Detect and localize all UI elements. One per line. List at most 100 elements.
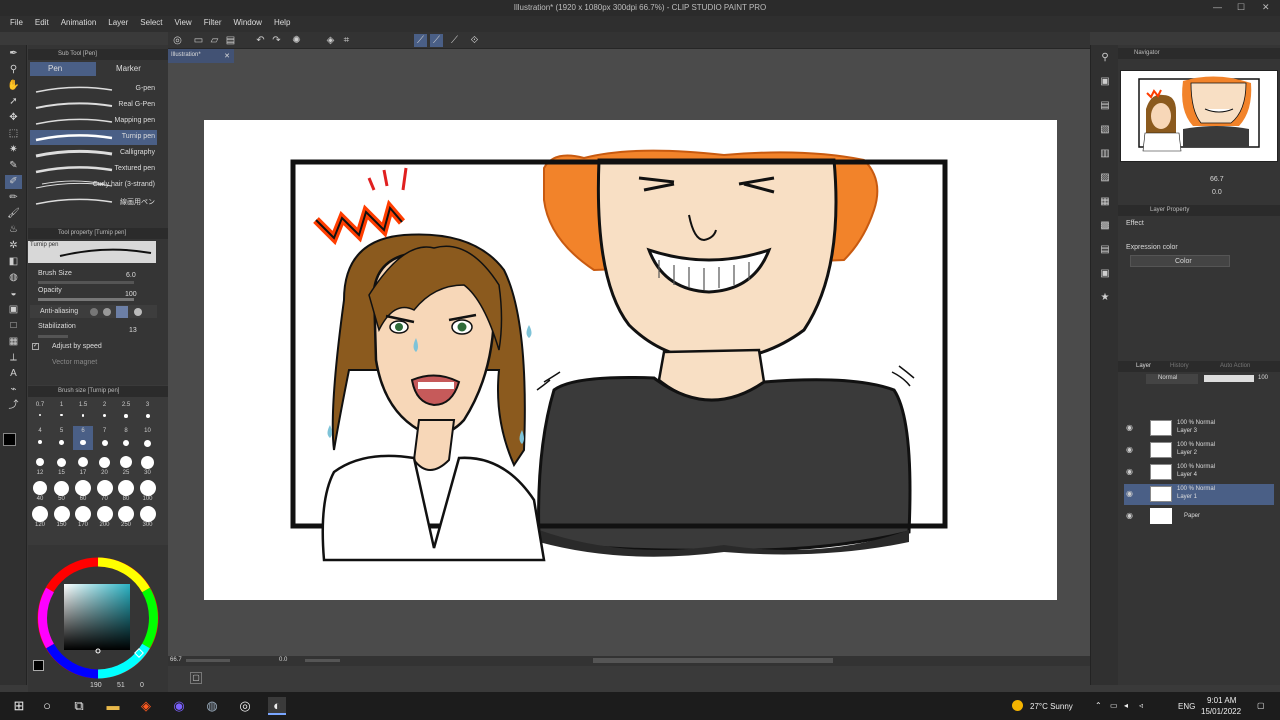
brush-size-cell[interactable]: 3: [138, 400, 158, 424]
layer-search-icon[interactable]: ▨: [1098, 171, 1112, 185]
layer-opacity-value[interactable]: 100: [1258, 375, 1268, 381]
weather-text[interactable]: 27°C Sunny: [1030, 702, 1073, 711]
brush-size-cell[interactable]: 2.5: [116, 400, 136, 424]
color-set-icon[interactable]: ▦: [1098, 195, 1112, 209]
close-tab-icon[interactable]: ✕: [224, 52, 230, 60]
tab-auto-action[interactable]: Auto Action: [1220, 363, 1250, 369]
operation-icon[interactable]: ➚: [5, 95, 22, 109]
brush-size-cell[interactable]: 1: [52, 400, 72, 424]
brush-size-cell[interactable]: 10: [138, 426, 158, 450]
brush-textured-pen[interactable]: Textured pen: [30, 162, 157, 177]
notification-icon[interactable]: ▢: [1257, 701, 1265, 710]
app-icon[interactable]: ◎: [236, 697, 254, 715]
layer-row[interactable]: ◉ 100 % Normal Layer 2: [1124, 440, 1274, 461]
menu-window[interactable]: Window: [228, 16, 268, 32]
move-layer-icon[interactable]: ✥: [5, 111, 22, 125]
open-file-icon[interactable]: ▱: [208, 34, 221, 47]
search-taskbar-icon[interactable]: ○: [38, 697, 56, 715]
zoom-readout[interactable]: 66.7: [170, 657, 182, 663]
angle-readout[interactable]: 0.0: [279, 657, 287, 663]
navigator-preview[interactable]: [1120, 70, 1278, 162]
gradient-icon[interactable]: ▣: [5, 303, 22, 317]
clip-studio-taskbar-icon[interactable]: ◐: [268, 697, 286, 715]
brush-size-cell[interactable]: 120: [30, 504, 50, 528]
expression-color-select[interactable]: Color: [1130, 255, 1230, 267]
brush-calligraphy[interactable]: Calligraphy: [30, 146, 157, 161]
correct-line-icon[interactable]: ⤴: [5, 399, 22, 413]
blend-mode-select[interactable]: Normal: [1146, 374, 1198, 384]
brush-size-cell[interactable]: 6: [73, 426, 93, 450]
color-wheel[interactable]: [35, 555, 161, 681]
eye-icon[interactable]: ◉: [1126, 511, 1133, 520]
brush-size-cell[interactable]: 20: [95, 452, 115, 476]
eyedropper-icon[interactable]: ✎: [5, 159, 22, 173]
brush-size-cell[interactable]: 250: [116, 504, 136, 528]
minimize-icon[interactable]: —: [1213, 2, 1222, 12]
brush-real-g-pen[interactable]: Real G-Pen: [30, 98, 157, 113]
brush-size-cell[interactable]: 50: [52, 478, 72, 502]
new-file-icon[interactable]: ▭: [192, 34, 205, 47]
canvas-area[interactable]: Illustration* ✕: [168, 49, 1090, 656]
aa-medium-button[interactable]: [116, 306, 128, 318]
brush-size-cell[interactable]: 8: [116, 426, 136, 450]
airbrush-icon[interactable]: ♨: [5, 223, 22, 237]
tab-history[interactable]: History: [1170, 363, 1189, 369]
brush-size-cell[interactable]: 5: [52, 426, 72, 450]
brush-size-value[interactable]: 6.0: [126, 272, 136, 279]
stabilization-slider[interactable]: [38, 335, 68, 338]
file-explorer-icon[interactable]: ▬: [104, 697, 122, 715]
hand-icon[interactable]: ✋: [5, 79, 22, 93]
eye-icon[interactable]: ◉: [1126, 467, 1133, 476]
volume-icon[interactable]: ◂: [1124, 701, 1128, 710]
menu-layer[interactable]: Layer: [102, 16, 134, 32]
brush-turnip-pen[interactable]: Turnip pen: [30, 130, 157, 145]
brush-size-cell[interactable]: 150: [52, 504, 72, 528]
brush-size-cell[interactable]: 80: [116, 478, 136, 502]
aa-weak-button[interactable]: [103, 308, 111, 316]
tab-layer[interactable]: Layer: [1136, 363, 1151, 369]
horizontal-scrollbar[interactable]: [593, 658, 833, 663]
maximize-icon[interactable]: ☐: [1237, 2, 1245, 13]
brush-size-cell[interactable]: 30: [138, 452, 158, 476]
zoom-icon[interactable]: ⚲: [5, 63, 22, 77]
brush-line-pen[interactable]: 線画用ペン: [30, 194, 157, 209]
snap-ruler-icon[interactable]: ⟋: [414, 34, 427, 47]
steam-icon[interactable]: ◍: [203, 697, 221, 715]
layer-row[interactable]: ◉ 100 % Normal Layer 4: [1124, 462, 1274, 483]
brush-size-slider[interactable]: [38, 281, 134, 284]
layer-row[interactable]: ◉ 100 % Normal Layer 1: [1124, 484, 1274, 505]
navigator-panel-icon[interactable]: ▣: [1098, 75, 1112, 89]
brush-size-cell[interactable]: 7: [95, 426, 115, 450]
aa-strong-button[interactable]: [134, 308, 142, 316]
tab-pen[interactable]: Pen: [30, 62, 96, 76]
menu-select[interactable]: Select: [134, 16, 168, 32]
close-icon[interactable]: ✕: [1262, 2, 1270, 13]
adjust-speed-checkbox[interactable]: ✓: [32, 343, 39, 350]
canvas-paper[interactable]: [204, 120, 1057, 600]
brush-size-cell[interactable]: 0.7: [30, 400, 50, 424]
menu-file[interactable]: File: [4, 16, 29, 32]
navigator-zoom[interactable]: 66.7: [1210, 176, 1224, 183]
brush-size-cell[interactable]: 17: [73, 452, 93, 476]
eye-icon[interactable]: ◉: [1126, 423, 1133, 432]
speaker-icon[interactable]: ◃: [1139, 701, 1143, 710]
figure-icon[interactable]: □: [5, 319, 22, 333]
main-color-swatch[interactable]: [3, 433, 16, 446]
document-tab[interactable]: Illustration* ✕: [168, 49, 234, 63]
snap-special-ruler-icon[interactable]: ⟋: [430, 34, 443, 47]
sub-view-icon[interactable]: ▧: [1098, 123, 1112, 137]
menu-view[interactable]: View: [169, 16, 198, 32]
eye-icon[interactable]: ◉: [1126, 445, 1133, 454]
tab-marker[interactable]: Marker: [98, 62, 164, 76]
opacity-slider[interactable]: [38, 298, 134, 301]
brush-size-cell[interactable]: 60: [73, 478, 93, 502]
brush-size-cell[interactable]: 15: [52, 452, 72, 476]
quick-access-icon[interactable]: ▩: [1098, 219, 1112, 233]
brush-g-pen[interactable]: G-pen: [30, 82, 157, 97]
brush-curly-hair[interactable]: Curly hair (3-strand): [30, 178, 157, 193]
brush-size-cell[interactable]: 170: [73, 504, 93, 528]
navigator-angle[interactable]: 0.0: [1212, 189, 1222, 196]
balloon-icon[interactable]: ⌁: [5, 383, 22, 397]
layer-opacity-slider[interactable]: [1204, 375, 1254, 382]
brush-size-cell[interactable]: 12: [30, 452, 50, 476]
